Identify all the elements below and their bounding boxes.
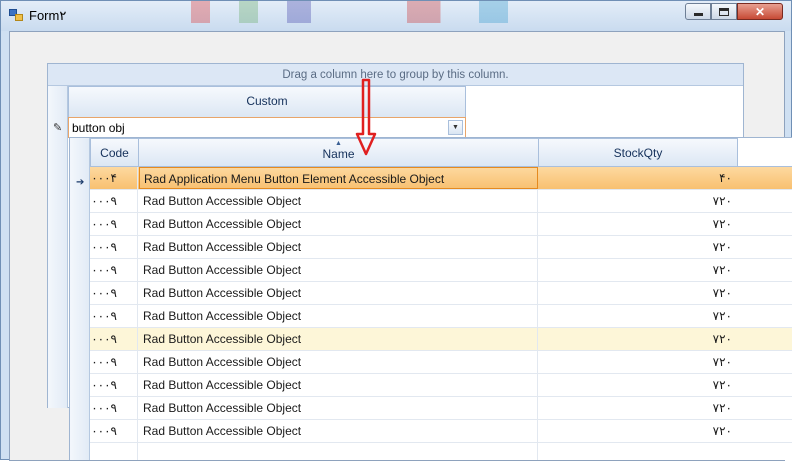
current-row-arrow-icon: ➔ xyxy=(76,177,85,188)
cell-code[interactable]: ۰۰۰۹ xyxy=(91,305,138,327)
combobox-input[interactable] xyxy=(72,120,442,135)
row-indicator[interactable] xyxy=(70,282,90,305)
table-row[interactable]: ۰۰۰۹ Rad Button Accessible Object ۷۲۰ xyxy=(70,328,792,351)
popup-header-row: Code ▲ Name StockQty xyxy=(70,138,792,167)
table-row[interactable]: ۰۰۰۹ Rad Button Accessible Object ۷۲۰ xyxy=(70,305,792,328)
cell-code[interactable]: ۰۰۰۹ xyxy=(91,420,138,442)
table-row[interactable]: ۰۰۰۹ Rad Button Accessible Object ۷۲۰ xyxy=(70,282,792,305)
column-header-custom[interactable]: Custom xyxy=(68,86,466,118)
cell-code[interactable]: ۰۰۰۹ xyxy=(91,259,138,281)
table-row[interactable]: ۰۰۰۹ Rad Button Accessible Object ۷۲۰ xyxy=(70,259,792,282)
cell-code[interactable]: ۰۰۰۹ xyxy=(91,397,138,419)
app-icon xyxy=(9,9,23,22)
group-panel[interactable]: Drag a column here to group by this colu… xyxy=(48,64,743,86)
minimize-button[interactable] xyxy=(685,3,711,20)
red-down-arrow-icon xyxy=(355,78,377,156)
cell-stockqty[interactable]: ۷۲۰ xyxy=(538,213,737,235)
column-header-stockqty[interactable]: StockQty xyxy=(538,138,738,167)
sort-ascending-icon: ▲ xyxy=(335,140,342,147)
close-icon: ✕ xyxy=(754,4,766,19)
row-indicator[interactable] xyxy=(70,236,90,259)
table-row[interactable]: ۰۰۰۹ Rad Button Accessible Object ۷۲۰ xyxy=(70,374,792,397)
cell-stockqty[interactable]: ۷۲۰ xyxy=(538,236,737,258)
cell-code[interactable]: ۰۰۰۹ xyxy=(91,282,138,304)
cell-code[interactable]: ۰۰۰۹ xyxy=(91,213,138,235)
window-title: Form۲ xyxy=(29,8,67,23)
row-indicator[interactable] xyxy=(70,397,90,420)
header-row-indicator xyxy=(48,86,68,118)
cell-name[interactable]: Rad Button Accessible Object xyxy=(139,420,538,442)
table-row[interactable]: ۰۰۰۹ Rad Button Accessible Object ۷۲۰ xyxy=(70,351,792,374)
popup-header-indicator xyxy=(70,138,90,167)
dropdown-popup-grid[interactable]: Code ▲ Name StockQty ➔ ۰۰۰۴ Rad Applicatio… xyxy=(69,137,792,460)
cell-code[interactable] xyxy=(91,443,138,460)
background-ribbon-blur xyxy=(191,1,671,23)
row-indicator[interactable] xyxy=(70,190,90,213)
table-row[interactable]: ➔ ۰۰۰۴ Rad Application Menu Button Element… xyxy=(70,167,792,190)
grid-row-indicator-column xyxy=(48,138,68,408)
cell-name[interactable]: Rad Button Accessible Object xyxy=(139,259,538,281)
cell-name[interactable]: Rad Button Accessible Object xyxy=(139,282,538,304)
cell-code[interactable]: ۰۰۰۹ xyxy=(91,236,138,258)
cell-stockqty[interactable]: ۷۲۰ xyxy=(538,305,737,327)
row-indicator[interactable] xyxy=(70,213,90,236)
table-row[interactable]: ۰۰۰۹ Rad Button Accessible Object ۷۲۰ xyxy=(70,190,792,213)
maximize-button[interactable] xyxy=(711,3,737,20)
custom-combobox-editor[interactable]: ▼ xyxy=(68,117,466,138)
column-header-name[interactable]: ▲ Name xyxy=(138,138,539,167)
cell-name[interactable]: Rad Button Accessible Object xyxy=(139,190,538,212)
row-indicator[interactable] xyxy=(70,328,90,351)
cell-code[interactable]: ۰۰۰۹ xyxy=(91,374,138,396)
row-indicator[interactable] xyxy=(70,443,90,460)
cell-name[interactable]: Rad Button Accessible Object xyxy=(139,374,538,396)
cell-code[interactable]: ۰۰۰۹ xyxy=(91,190,138,212)
cell-name[interactable]: Rad Button Accessible Object xyxy=(139,328,538,350)
cell-stockqty[interactable]: ۷۲۰ xyxy=(538,420,737,442)
cell-stockqty[interactable] xyxy=(538,443,737,460)
cell-name[interactable]: Rad Application Menu Button Element Acce… xyxy=(139,167,538,189)
cell-stockqty[interactable]: ۴۰ xyxy=(538,167,737,189)
minimize-icon xyxy=(693,13,703,16)
cell-code[interactable]: ۰۰۰۹ xyxy=(91,351,138,373)
row-indicator[interactable] xyxy=(70,374,90,397)
close-button[interactable]: ✕ xyxy=(737,3,783,20)
cell-stockqty[interactable]: ۷۲۰ xyxy=(538,374,737,396)
cell-stockqty[interactable]: ۷۲۰ xyxy=(538,328,737,350)
cell-name[interactable] xyxy=(139,443,538,460)
cell-name[interactable]: Rad Button Accessible Object xyxy=(139,305,538,327)
cell-name[interactable]: Rad Button Accessible Object xyxy=(139,213,538,235)
cell-name[interactable]: Rad Button Accessible Object xyxy=(139,397,538,419)
table-row[interactable]: ۰۰۰۹ Rad Button Accessible Object ۷۲۰ xyxy=(70,420,792,443)
edit-row-indicator: ✎ xyxy=(48,117,68,138)
table-row[interactable]: ۰۰۰۹ Rad Button Accessible Object ۷۲۰ xyxy=(70,213,792,236)
chevron-down-icon[interactable]: ▼ xyxy=(448,120,463,135)
cell-code[interactable]: ۰۰۰۹ xyxy=(91,328,138,350)
maximize-icon xyxy=(719,7,729,16)
row-indicator[interactable]: ➔ xyxy=(70,167,90,190)
cell-code[interactable]: ۰۰۰۴ xyxy=(91,167,138,189)
table-row[interactable]: ۰۰۰۹ Rad Button Accessible Object ۷۲۰ xyxy=(70,397,792,420)
title-bar[interactable]: Form۲ ✕ xyxy=(1,1,791,31)
row-indicator[interactable] xyxy=(70,420,90,443)
cell-stockqty[interactable]: ۷۲۰ xyxy=(538,397,737,419)
row-indicator[interactable] xyxy=(70,305,90,328)
cell-stockqty[interactable]: ۷۲۰ xyxy=(538,259,737,281)
cell-name[interactable]: Rad Button Accessible Object xyxy=(139,236,538,258)
cell-name[interactable]: Rad Button Accessible Object xyxy=(139,351,538,373)
table-row[interactable]: ۰۰۰۹ Rad Button Accessible Object ۷۲۰ xyxy=(70,236,792,259)
table-row[interactable] xyxy=(70,443,792,460)
column-header-code[interactable]: Code xyxy=(90,138,139,167)
row-indicator[interactable] xyxy=(70,259,90,282)
cell-stockqty[interactable]: ۷۲۰ xyxy=(538,190,737,212)
cell-stockqty[interactable]: ۷۲۰ xyxy=(538,351,737,373)
cell-stockqty[interactable]: ۷۲۰ xyxy=(538,282,737,304)
row-indicator[interactable] xyxy=(70,351,90,374)
pencil-icon: ✎ xyxy=(53,122,63,134)
